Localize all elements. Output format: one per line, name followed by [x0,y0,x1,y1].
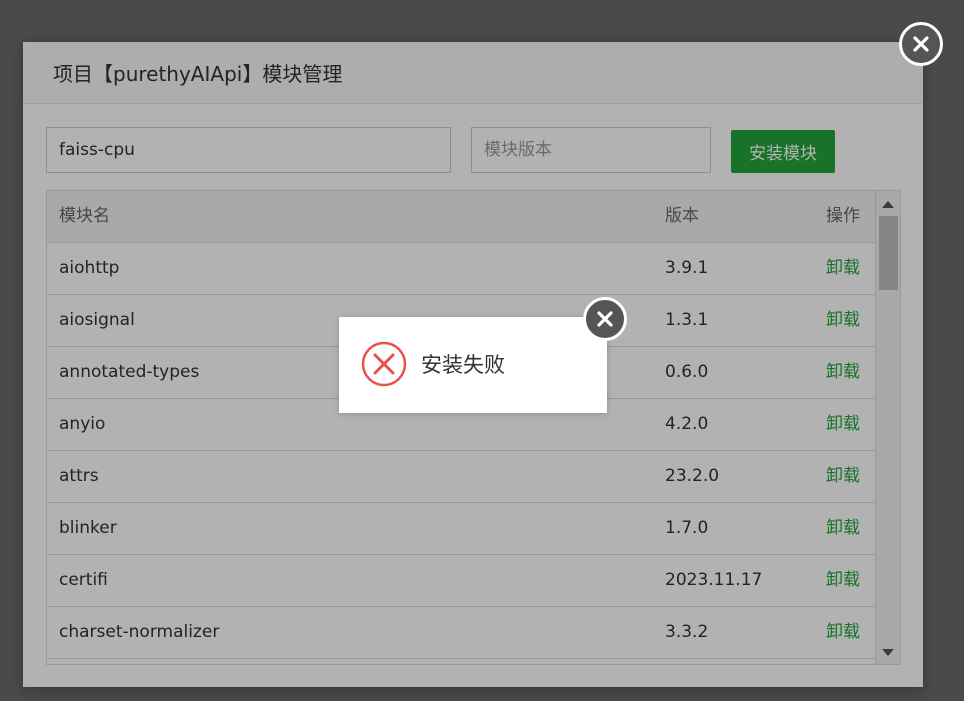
error-x-circle-icon [361,341,407,387]
error-toast: 安装失败 [339,317,607,413]
toast-close-button[interactable] [583,297,627,341]
close-icon [597,311,613,327]
close-icon [913,36,929,52]
toast-message: 安装失败 [421,353,505,377]
dialog-close-button[interactable] [899,22,943,66]
